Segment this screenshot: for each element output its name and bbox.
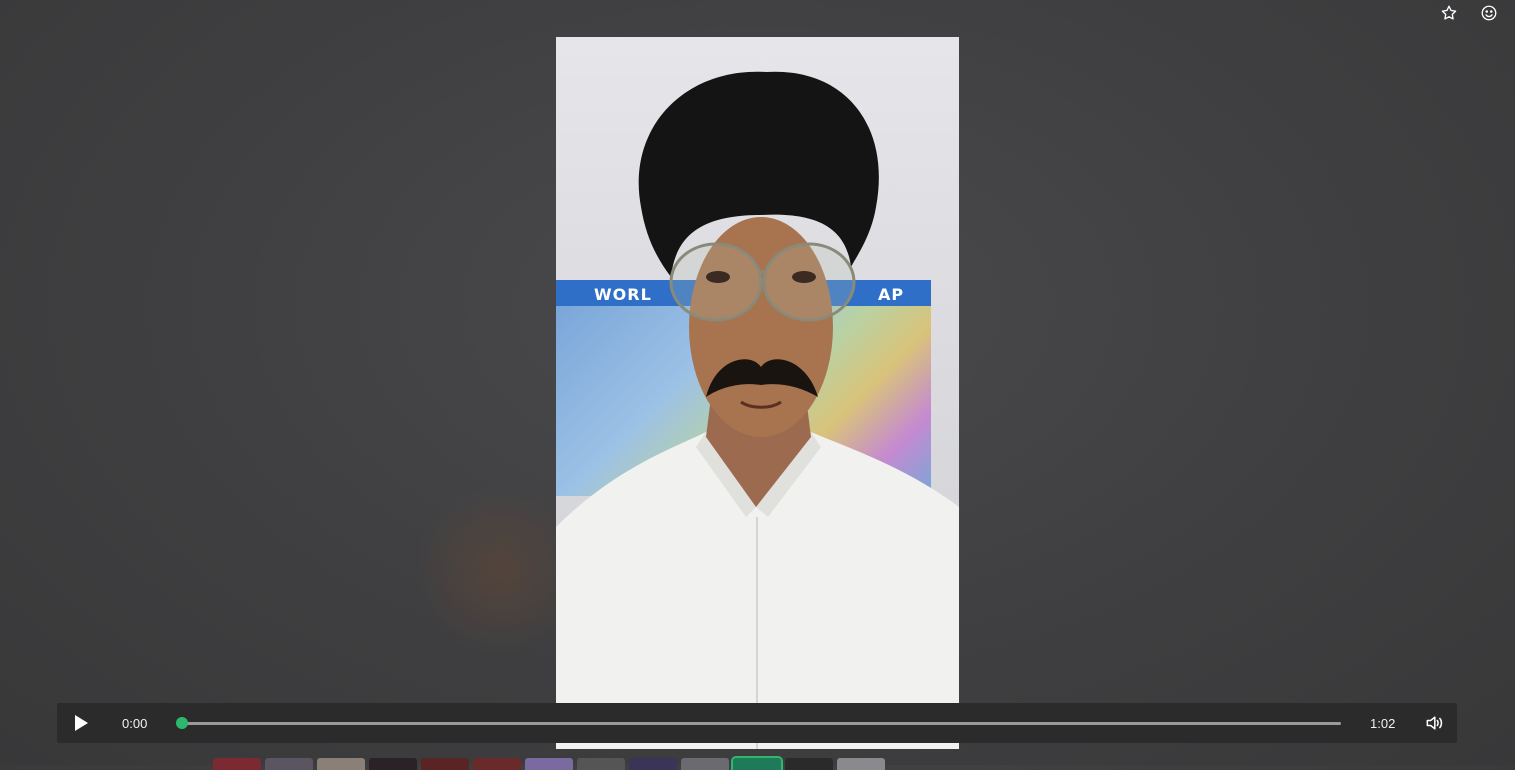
thumbnail-item[interactable]: [577, 758, 625, 770]
top-toolbar: [1439, 3, 1499, 23]
smiley-icon[interactable]: [1479, 3, 1499, 23]
video-controls: 0:00 1:02: [57, 703, 1457, 743]
thumbnail-item[interactable]: [369, 758, 417, 770]
thumbnail-item[interactable]: [317, 758, 365, 770]
thumbnail-item[interactable]: [731, 756, 783, 770]
thumbnail-item[interactable]: [473, 758, 521, 770]
thumbnail-item[interactable]: [213, 758, 261, 770]
thumbnail-item[interactable]: [681, 758, 729, 770]
thumbnail-item[interactable]: [421, 758, 469, 770]
seek-bar[interactable]: [182, 722, 1341, 725]
person-figure: [556, 71, 959, 749]
thumbnail-item[interactable]: [785, 758, 833, 770]
seek-thumb[interactable]: [176, 717, 188, 729]
thumbnail-item[interactable]: [525, 758, 573, 770]
thumbnail-item[interactable]: [265, 758, 313, 770]
thumbnail-item[interactable]: [629, 758, 677, 770]
thumbnail-strip: [213, 756, 885, 770]
video-frame[interactable]: WORL AP: [556, 37, 959, 749]
volume-button[interactable]: [1424, 713, 1444, 733]
star-icon[interactable]: [1439, 3, 1459, 23]
thumbnail-item[interactable]: [837, 758, 885, 770]
current-time: 0:00: [122, 716, 148, 731]
total-duration: 1:02: [1370, 716, 1396, 731]
play-button[interactable]: [71, 713, 91, 733]
